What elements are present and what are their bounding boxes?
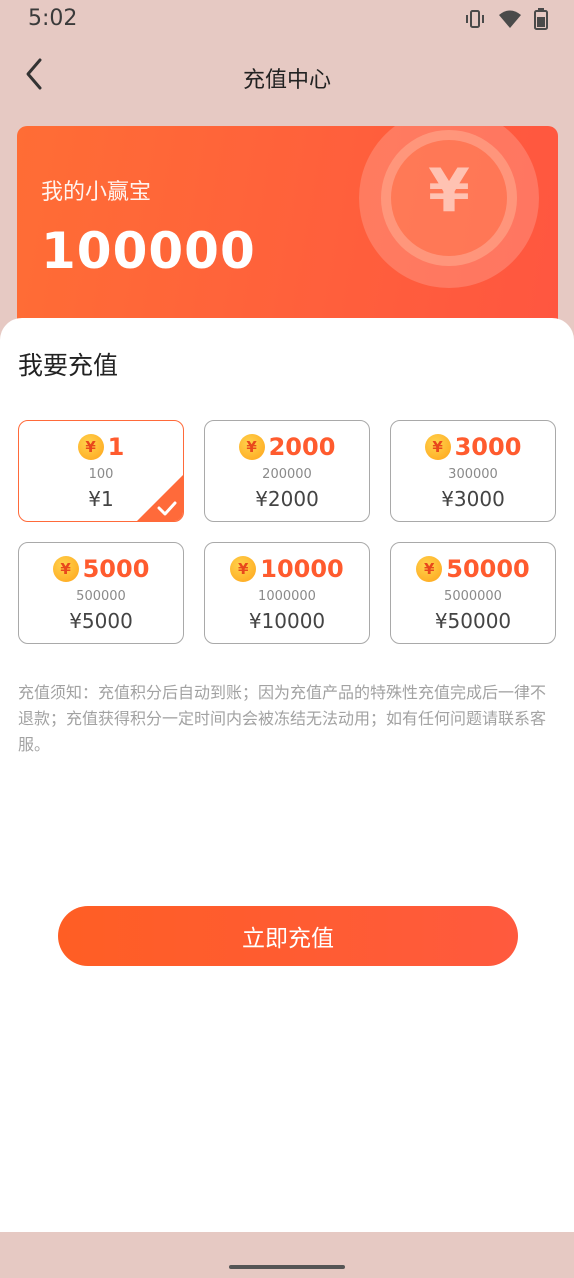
option-price: ¥50000 xyxy=(434,609,512,633)
coin-icon: ¥ xyxy=(424,434,451,460)
bottom-strip xyxy=(0,1232,574,1278)
coin-icon: ¥ xyxy=(238,434,265,460)
option-points: 5000 xyxy=(82,555,150,583)
recharge-now-button[interactable]: 立即充值 xyxy=(58,906,518,966)
page-title: 充值中心 xyxy=(242,68,331,93)
option-sub-value: 5000000 xyxy=(444,589,502,604)
balance-label: 我的小赢宝 xyxy=(41,180,152,205)
recharge-option-50000[interactable]: ¥ 50000 5000000 ¥50000 xyxy=(390,542,556,644)
option-sub-value: 500000 xyxy=(76,589,126,604)
yen-coin-icon: ¥ xyxy=(428,156,470,226)
coin-icon: ¥ xyxy=(77,434,104,460)
home-indicator[interactable] xyxy=(229,1265,345,1269)
option-points: 3000 xyxy=(454,433,522,461)
recharge-sheet: 我要充值 ¥ 1 100 ¥1 ¥ 2000 200000 ¥2000 ¥ 30… xyxy=(0,318,574,1232)
option-price: ¥5000 xyxy=(69,609,133,633)
balance-value: 100000 xyxy=(41,222,256,280)
coin-icon: ¥ xyxy=(230,556,257,582)
recharge-option-10000[interactable]: ¥ 10000 1000000 ¥10000 xyxy=(204,542,370,644)
status-bar: 5:02 xyxy=(0,0,574,40)
option-price: ¥3000 xyxy=(441,487,505,511)
recharge-option-1[interactable]: ¥ 1 100 ¥1 xyxy=(18,420,184,522)
status-icons xyxy=(464,8,548,30)
vibrate-icon xyxy=(464,8,486,30)
check-icon xyxy=(137,475,183,521)
coin-icon: ¥ xyxy=(416,556,443,582)
option-points: 1 xyxy=(107,433,125,461)
option-points: 10000 xyxy=(260,555,344,583)
option-sub-value: 300000 xyxy=(448,467,498,482)
option-price: ¥2000 xyxy=(255,487,319,511)
recharge-option-2000[interactable]: ¥ 2000 200000 ¥2000 xyxy=(204,420,370,522)
option-sub-value: 1000000 xyxy=(258,589,316,604)
status-time: 5:02 xyxy=(28,6,78,31)
option-points: 2000 xyxy=(268,433,336,461)
recharge-option-3000[interactable]: ¥ 3000 300000 ¥3000 xyxy=(390,420,556,522)
nav-bar: 充值中心 xyxy=(0,46,574,104)
option-price: ¥10000 xyxy=(248,609,326,633)
wifi-icon xyxy=(498,8,522,30)
option-points: 50000 xyxy=(446,555,530,583)
section-title: 我要充值 xyxy=(18,351,119,380)
recharge-notice: 充值须知：充值积分后自动到账；因为充值产品的特殊性充值完成后一律不退款；充值获得… xyxy=(18,683,547,754)
battery-icon xyxy=(534,8,548,30)
recharge-option-5000[interactable]: ¥ 5000 500000 ¥5000 xyxy=(18,542,184,644)
coin-icon: ¥ xyxy=(52,556,79,582)
option-sub-value: 200000 xyxy=(262,467,312,482)
